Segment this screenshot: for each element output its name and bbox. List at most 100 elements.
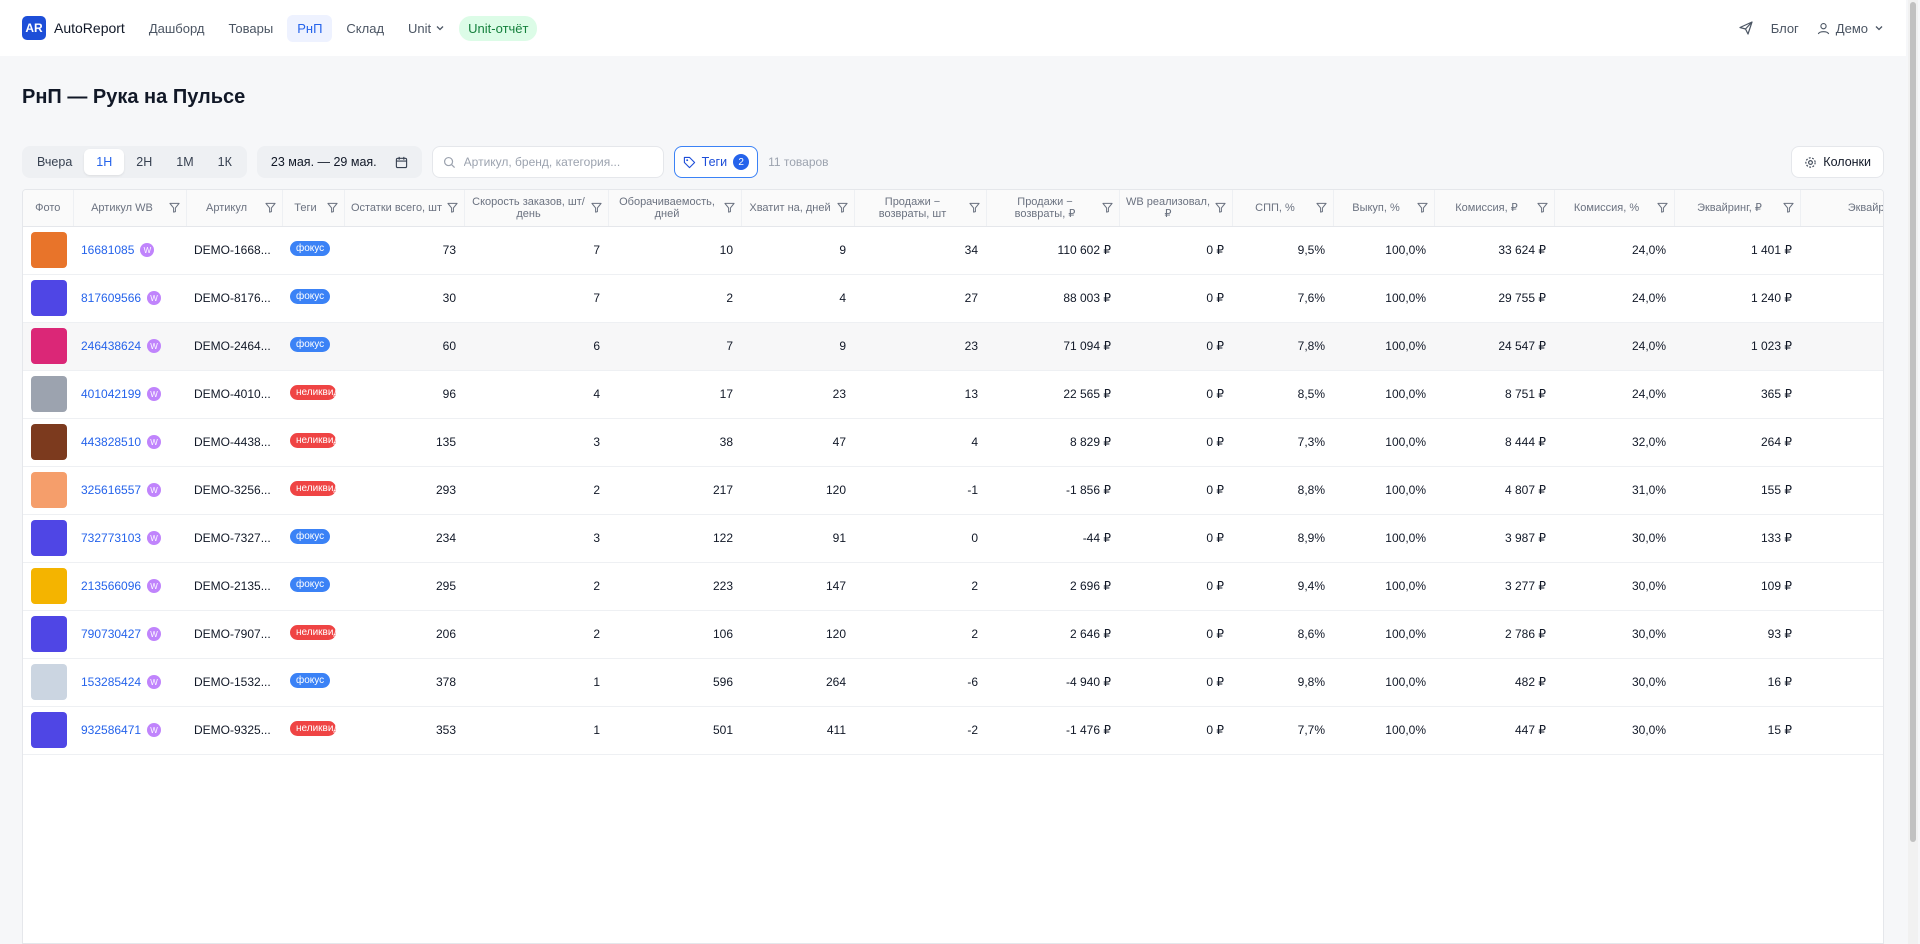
product-photo[interactable] bbox=[31, 280, 67, 316]
filter-icon[interactable] bbox=[1536, 202, 1548, 213]
product-photo[interactable] bbox=[31, 712, 67, 748]
tag-badge[interactable]: фокус bbox=[290, 673, 331, 688]
wb-article-link[interactable]: 153285424 bbox=[81, 675, 141, 689]
nav-unit-report[interactable]: Unit-отчёт bbox=[459, 15, 538, 41]
wb-article-cell: 16681085 W bbox=[73, 226, 186, 275]
filter-icon[interactable] bbox=[1656, 202, 1668, 213]
column-header[interactable]: Теги bbox=[282, 190, 345, 227]
tag-badge[interactable]: неликвид bbox=[290, 481, 336, 496]
table-row[interactable]: 16681085 W DEMO-1668... фокус 73 7 10 9 34 110 60… bbox=[23, 226, 1883, 275]
product-photo[interactable] bbox=[31, 664, 67, 700]
filter-icon[interactable] bbox=[446, 202, 458, 213]
tag-badge[interactable]: фокус bbox=[290, 529, 331, 544]
filter-icon[interactable] bbox=[1315, 202, 1327, 213]
table-row[interactable]: 732773103 W DEMO-7327... фокус 234 3 122 91 0 -44… bbox=[23, 514, 1883, 563]
user-menu[interactable]: Демо bbox=[1817, 21, 1884, 36]
column-header[interactable]: Комиссия, % bbox=[1554, 190, 1675, 227]
column-header[interactable]: Остатки всего, шт bbox=[344, 190, 465, 227]
wb-article-link[interactable]: 401042199 bbox=[81, 387, 141, 401]
filter-icon[interactable] bbox=[723, 202, 735, 213]
product-photo[interactable] bbox=[31, 376, 67, 412]
search-input[interactable] bbox=[463, 155, 644, 169]
column-header[interactable]: Продажи − возвраты, ₽ bbox=[986, 190, 1120, 227]
column-header[interactable]: Выкуп, % bbox=[1333, 190, 1435, 227]
date-range-picker[interactable]: 23 мая. — 29 мая. bbox=[256, 146, 422, 178]
column-header[interactable]: Артикул bbox=[186, 190, 283, 227]
scrollbar-thumb[interactable] bbox=[1910, 2, 1916, 842]
column-header[interactable]: Эквайринг, ₽ bbox=[1674, 190, 1801, 227]
wb-article-link[interactable]: 932586471 bbox=[81, 723, 141, 737]
filter-icon[interactable] bbox=[264, 202, 276, 213]
table-row[interactable]: 213566096 W DEMO-2135... фокус 295 2 223 147 2 2 … bbox=[23, 562, 1883, 611]
tag-badge[interactable]: фокус bbox=[290, 577, 331, 592]
tag-badge[interactable]: неликвид bbox=[290, 385, 336, 400]
product-photo[interactable] bbox=[31, 232, 67, 268]
table-row[interactable]: 401042199 W DEMO-4010... неликвид 96 4 17 23 13 2… bbox=[23, 370, 1883, 419]
period-1w[interactable]: 1Н bbox=[84, 149, 125, 175]
tag-badge[interactable]: фокус bbox=[290, 337, 331, 352]
column-header[interactable]: Артикул WB bbox=[73, 190, 187, 227]
filter-icon[interactable] bbox=[168, 202, 180, 213]
column-header[interactable]: WB реализовал, ₽ bbox=[1119, 190, 1233, 227]
product-photo[interactable] bbox=[31, 472, 67, 508]
wb-article-link[interactable]: 790730427 bbox=[81, 627, 141, 641]
column-header[interactable]: Комиссия, ₽ bbox=[1434, 190, 1555, 227]
wb-article-link[interactable]: 732773103 bbox=[81, 531, 141, 545]
period-1q[interactable]: 1К bbox=[206, 149, 244, 175]
column-header[interactable]: Оборачиваемость, дней bbox=[608, 190, 742, 227]
column-header[interactable]: Эквайринг, % bbox=[1800, 190, 1883, 227]
table-row[interactable]: 153285424 W DEMO-1532... фокус 378 1 596 264 -6-… bbox=[23, 658, 1883, 707]
period-yesterday[interactable]: Вчера bbox=[25, 149, 84, 175]
wb-article-link[interactable]: 325616557 bbox=[81, 483, 141, 497]
product-photo[interactable] bbox=[31, 328, 67, 364]
table-row[interactable]: 932586471 W DEMO-9325... неликвид 353 1 501 411… bbox=[23, 706, 1883, 755]
wb-article-link[interactable]: 443828510 bbox=[81, 435, 141, 449]
column-header[interactable]: Хватит на, дней bbox=[741, 190, 855, 227]
cell-wb-real: 0 ₽ bbox=[1119, 706, 1232, 755]
product-photo[interactable] bbox=[31, 616, 67, 652]
column-header[interactable]: Фото bbox=[23, 190, 74, 227]
filter-icon[interactable] bbox=[1101, 202, 1113, 213]
table-row[interactable]: 790730427 W DEMO-7907... неликвид 206 2 106 120… bbox=[23, 610, 1883, 659]
filter-icon[interactable] bbox=[590, 202, 602, 213]
columns-button[interactable]: Колонки bbox=[1791, 146, 1884, 178]
period-2w[interactable]: 2Н bbox=[124, 149, 164, 175]
nav-warehouse[interactable]: Склад bbox=[336, 15, 394, 42]
column-header[interactable]: Скорость заказов, шт/день bbox=[464, 190, 609, 227]
nav-dashboard[interactable]: Дашборд bbox=[139, 15, 215, 42]
cell-acq-rub: 1 023 ₽ bbox=[1674, 322, 1800, 371]
table-row[interactable]: 325616557 W DEMO-3256... неликвид 293 2 217 120… bbox=[23, 466, 1883, 515]
filter-icon[interactable] bbox=[836, 202, 848, 213]
nav-unit[interactable]: Unit bbox=[398, 15, 455, 42]
tag-badge[interactable]: неликвид bbox=[290, 625, 336, 640]
nav-rnp[interactable]: РнП bbox=[287, 14, 333, 42]
nav-blog[interactable]: Блог bbox=[1771, 21, 1799, 36]
filter-icon[interactable] bbox=[1214, 202, 1226, 213]
filter-icon[interactable] bbox=[326, 202, 338, 213]
wb-article-link[interactable]: 16681085 bbox=[81, 243, 134, 257]
tag-badge[interactable]: неликвид bbox=[290, 721, 336, 736]
logo[interactable]: AR AutoReport bbox=[22, 16, 125, 40]
product-photo[interactable] bbox=[31, 568, 67, 604]
column-header[interactable]: Продажи − возвраты, шт bbox=[854, 190, 987, 227]
column-header[interactable]: СПП, % bbox=[1232, 190, 1334, 227]
product-photo[interactable] bbox=[31, 424, 67, 460]
tag-badge[interactable]: неликвид bbox=[290, 433, 336, 448]
wb-article-link[interactable]: 817609566 bbox=[81, 291, 141, 305]
tag-badge[interactable]: фокус bbox=[290, 289, 331, 304]
wb-article-link[interactable]: 213566096 bbox=[81, 579, 141, 593]
filter-icon[interactable] bbox=[968, 202, 980, 213]
page-scrollbar[interactable] bbox=[1908, 0, 1918, 944]
table-row[interactable]: 443828510 W DEMO-4438... неликвид 135 3 38 47 4 8… bbox=[23, 418, 1883, 467]
tags-filter-button[interactable]: Теги 2 bbox=[673, 146, 759, 178]
nav-products[interactable]: Товары bbox=[218, 15, 283, 42]
tag-badge[interactable]: фокус bbox=[290, 241, 331, 256]
period-1m[interactable]: 1М bbox=[164, 149, 205, 175]
table-row[interactable]: 817609566 W DEMO-8176... фокус 30 7 2 4 27 88 003… bbox=[23, 274, 1883, 323]
filter-icon[interactable] bbox=[1782, 202, 1794, 213]
table-row[interactable]: 246438624 W DEMO-2464... фокус 60 6 7 9 23 71 094… bbox=[23, 322, 1883, 371]
wb-article-link[interactable]: 246438624 bbox=[81, 339, 141, 353]
paper-plane-icon[interactable] bbox=[1739, 21, 1753, 35]
filter-icon[interactable] bbox=[1416, 202, 1428, 213]
product-photo[interactable] bbox=[31, 520, 67, 556]
